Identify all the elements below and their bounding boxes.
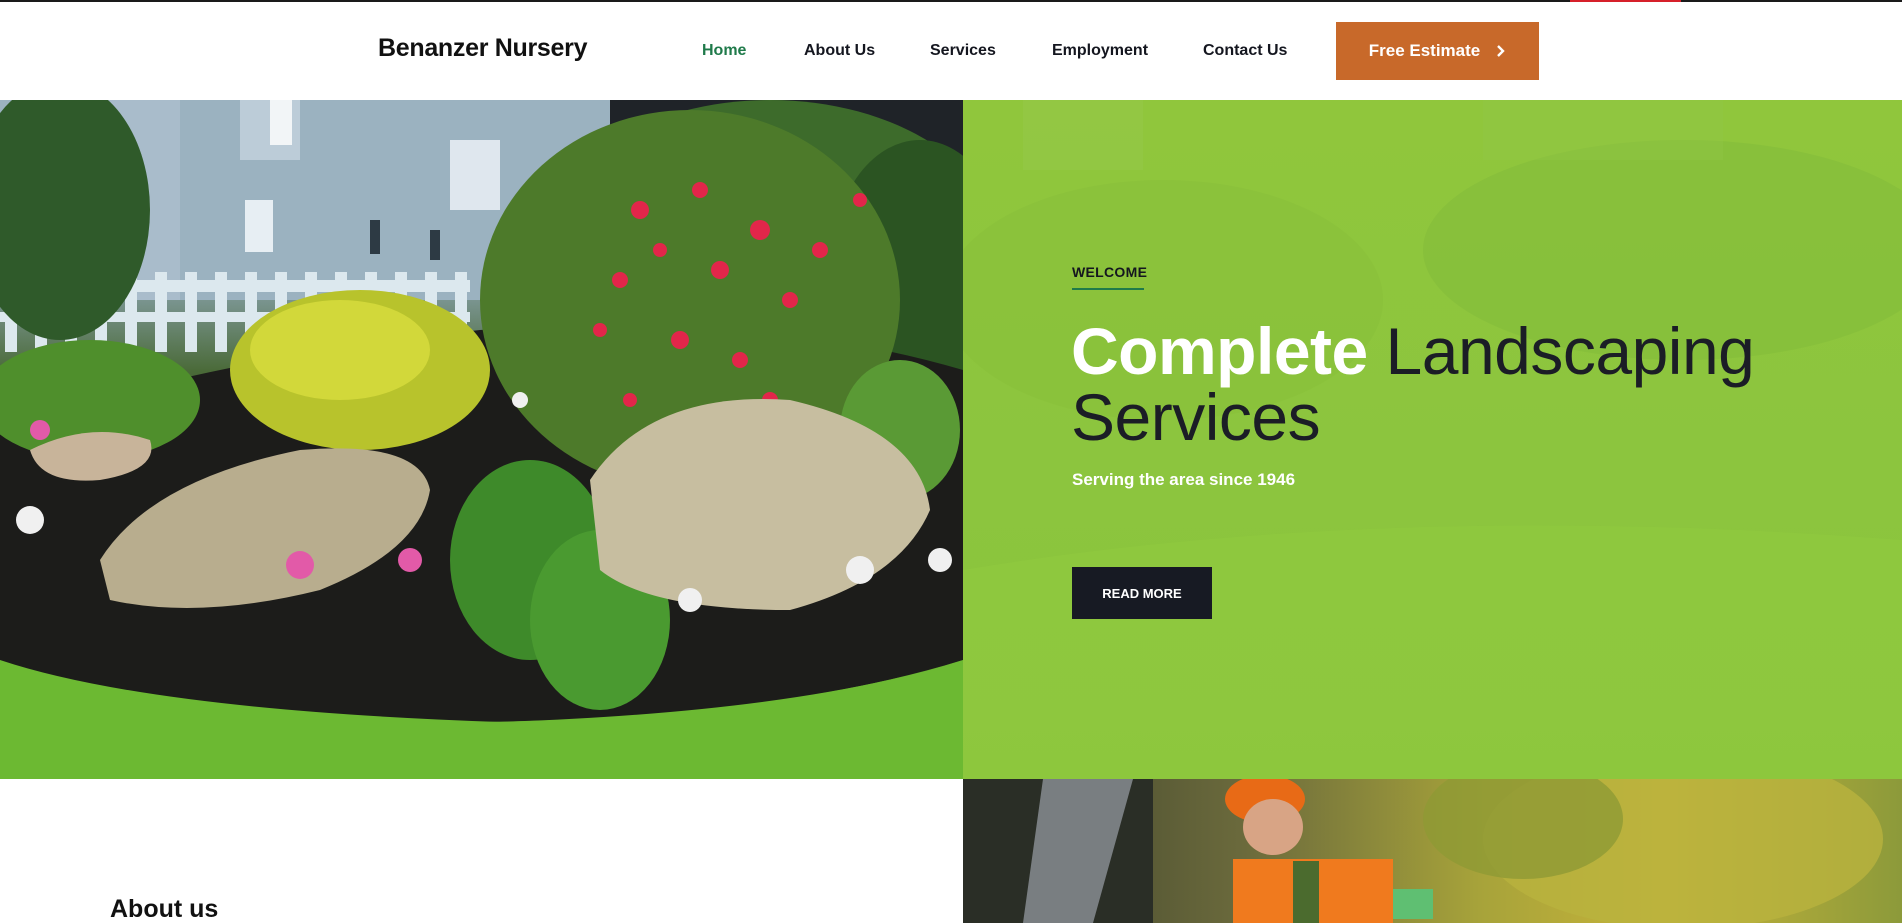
- about-title: About us: [110, 895, 219, 923]
- chevron-right-icon: [1497, 45, 1505, 57]
- hero-panel: WELCOME Complete Landscaping Services Se…: [963, 100, 1902, 779]
- nav-item-about-us[interactable]: About Us: [804, 42, 875, 60]
- nav-item-employment[interactable]: Employment: [1052, 42, 1148, 60]
- nav-item-contact-us[interactable]: Contact Us: [1203, 42, 1287, 60]
- site-header: Benanzer Nursery Home About Us Services …: [0, 2, 1902, 100]
- eyebrow-underline: [1072, 288, 1144, 290]
- free-estimate-button[interactable]: Free Estimate: [1336, 22, 1539, 80]
- nav-item-home[interactable]: Home: [702, 42, 746, 60]
- hero-subline: Serving the area since 1946: [1072, 470, 1296, 489]
- free-estimate-label: Free Estimate: [1368, 41, 1481, 60]
- nav-item-services[interactable]: Services: [930, 42, 996, 60]
- about-section: About us: [0, 779, 963, 923]
- hero-eyebrow: WELCOME: [1072, 264, 1148, 280]
- read-more-button[interactable]: READ MORE: [1072, 567, 1212, 619]
- headline-strong: Complete: [1071, 314, 1368, 388]
- worker-illustration: [963, 779, 1883, 923]
- hero-headline: Complete Landscaping Services: [1071, 318, 1871, 450]
- site-logo[interactable]: Benanzer Nursery: [378, 34, 587, 63]
- garden-illustration: [0, 100, 963, 779]
- hero-garden-photo: [0, 100, 963, 779]
- about-worker-photo: [963, 779, 1902, 923]
